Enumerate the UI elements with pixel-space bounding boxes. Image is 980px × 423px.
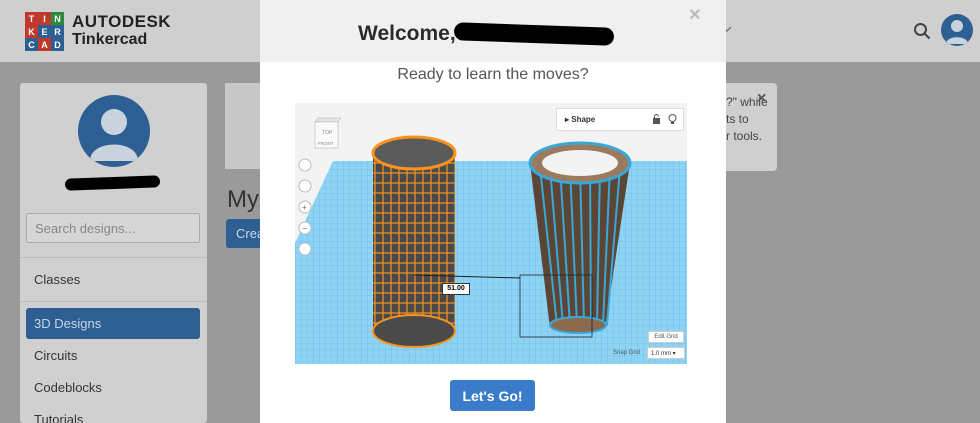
logo-letter: T — [25, 12, 38, 25]
logo-letter: E — [38, 25, 51, 38]
brand-line-tinkercad: Tinkercad — [72, 31, 148, 48]
workplane-illustration: + – — [295, 135, 687, 364]
notice-line: ts to — [726, 112, 749, 126]
orange-cylinder-object — [371, 135, 457, 348]
user-silhouette-icon — [90, 109, 138, 161]
welcome-modal: Welcome, × Ready to learn the moves? + –… — [260, 0, 726, 423]
brand-name[interactable]: AUTODESK Tinkercad — [72, 13, 171, 49]
create-button[interactable]: Crea — [226, 219, 260, 248]
modal-title: Welcome, — [358, 22, 456, 45]
svg-text:–: – — [303, 224, 308, 233]
tutorial-preview-image: + – ▸ Shape TOP FRONT 51.00 Edit Grid Sn… — [295, 103, 687, 364]
light-bulb-icon — [668, 114, 677, 124]
logo-letter: C — [25, 38, 38, 51]
notice-close-icon[interactable]: × — [757, 90, 766, 108]
snap-grid-select: 1.0 mm ▾ — [647, 347, 685, 359]
user-avatar[interactable] — [941, 14, 973, 46]
view-cube-front-label: FRONT — [318, 141, 334, 146]
modal-header: Welcome, × — [260, 0, 726, 62]
search-icon[interactable] — [913, 22, 931, 40]
view-cube: TOP FRONT — [314, 117, 342, 149]
lock-icon — [653, 114, 660, 124]
dimension-value: 51.00 — [442, 283, 470, 295]
perspective-icon — [298, 242, 312, 256]
sidebar-item-circuits[interactable]: Circuits — [34, 348, 77, 363]
notice-card: ?" while ts to r tools. — [726, 83, 777, 171]
fit-view-icon — [298, 179, 312, 193]
sidebar-item-tutorials[interactable]: Tutorials — [34, 412, 83, 423]
svg-text:+: + — [302, 203, 307, 212]
logo-letter: D — [51, 38, 64, 51]
profile-avatar[interactable] — [78, 95, 150, 167]
user-silhouette-icon — [946, 20, 968, 44]
view-cube-top-label: TOP — [322, 130, 333, 136]
sidebar-item-3d-designs[interactable]: 3D Designs — [26, 308, 200, 339]
sidebar: Search designs... Classes 3D Designs Cir… — [20, 83, 207, 423]
page-title: My — [227, 186, 259, 213]
divider — [20, 257, 207, 258]
modal-subtitle: Ready to learn the moves? — [397, 66, 589, 83]
notice-line: r tools. — [726, 129, 763, 143]
tinkercad-logo[interactable]: T I N K E R C A D — [25, 12, 64, 51]
brand-line-autodesk: AUTODESK — [72, 12, 172, 31]
logo-letter: R — [51, 25, 64, 38]
lets-go-button[interactable]: Let's Go! — [450, 380, 535, 411]
close-icon[interactable]: × — [689, 4, 701, 27]
redacted-username — [453, 22, 615, 46]
snap-grid-label: Snap Grid — [613, 350, 641, 356]
design-thumbnail[interactable] — [225, 83, 260, 169]
logo-letter: K — [25, 25, 38, 38]
sidebar-item-classes[interactable]: Classes — [34, 272, 80, 287]
shape-panel-label: Shape — [571, 115, 596, 124]
search-designs-input[interactable]: Search designs... — [26, 213, 200, 243]
shape-panel[interactable]: ▸ Shape — [556, 108, 684, 131]
logo-letter: I — [38, 12, 51, 25]
logo-letter: N — [51, 12, 64, 25]
sidebar-item-codeblocks[interactable]: Codeblocks — [34, 380, 102, 395]
divider — [20, 301, 207, 302]
home-view-icon — [298, 158, 312, 172]
edit-grid-button: Edit Grid — [648, 331, 684, 343]
redacted-username — [64, 175, 161, 191]
logo-letter: A — [38, 38, 51, 51]
